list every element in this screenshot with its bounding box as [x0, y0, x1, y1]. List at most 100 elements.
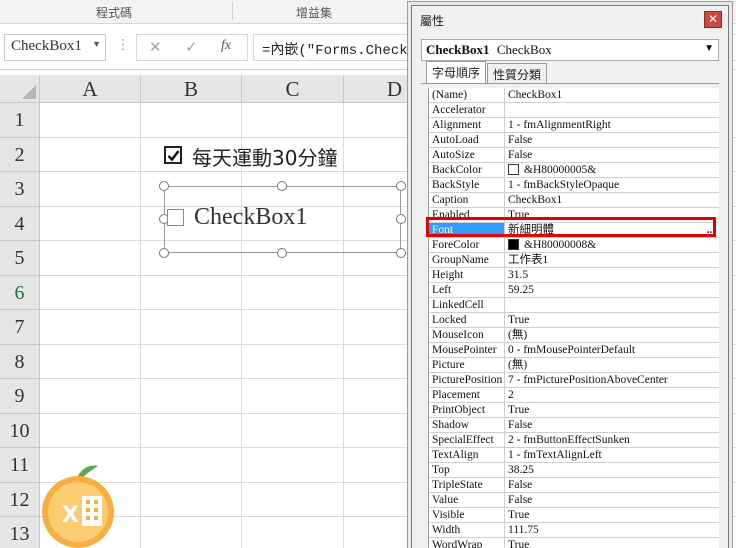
- property-value-cell[interactable]: [506, 298, 719, 312]
- resize-handle[interactable]: [396, 181, 406, 191]
- property-row[interactable]: PrintObject True: [429, 403, 719, 418]
- property-value-cell[interactable]: 31.5: [506, 268, 719, 282]
- property-row[interactable]: Shadow False: [429, 418, 719, 433]
- property-value-cell[interactable]: 38.25: [506, 463, 719, 477]
- property-value-cell[interactable]: True: [506, 538, 719, 548]
- resize-handle[interactable]: [396, 214, 406, 224]
- property-row[interactable]: AutoSize False: [429, 148, 719, 163]
- column-header-c[interactable]: C: [242, 75, 344, 103]
- property-value-cell[interactable]: False: [506, 478, 719, 492]
- property-value-cell[interactable]: 工作表1: [506, 253, 719, 267]
- property-value-cell[interactable]: False: [506, 133, 719, 147]
- row-header-10[interactable]: 10: [0, 413, 40, 448]
- row-header-7[interactable]: 7: [0, 310, 40, 345]
- property-name[interactable]: Alignment: [429, 118, 505, 132]
- properties-grid[interactable]: (Name) CheckBox1 Accelerator Alignment 1 - f…: [428, 88, 719, 548]
- row-header-9[interactable]: 9: [0, 379, 40, 414]
- property-name[interactable]: Picture: [429, 358, 505, 372]
- property-row[interactable]: ForeColor &H80000008&: [429, 238, 719, 253]
- property-row[interactable]: MousePointer 0 - fmMousePointerDefault: [429, 343, 719, 358]
- property-value-cell[interactable]: 新細明體...: [506, 223, 719, 237]
- property-name[interactable]: Caption: [429, 193, 505, 207]
- property-row[interactable]: Left 59.25: [429, 283, 719, 298]
- property-row[interactable]: Visible True: [429, 508, 719, 523]
- property-value-cell[interactable]: True: [506, 208, 719, 222]
- property-name[interactable]: Locked: [429, 313, 505, 327]
- property-value-cell[interactable]: 2: [506, 388, 719, 402]
- property-row[interactable]: GroupName 工作表1: [429, 253, 719, 268]
- property-value-cell[interactable]: 1 - fmTextAlignLeft: [506, 448, 719, 462]
- column-header-b[interactable]: B: [141, 75, 242, 103]
- chevron-down-icon[interactable]: ▼: [92, 39, 101, 49]
- tab-alphabetic[interactable]: 字母順序: [426, 61, 487, 84]
- property-row[interactable]: Width 111.75: [429, 523, 719, 538]
- row-header-3[interactable]: 3: [0, 172, 40, 207]
- property-value-cell[interactable]: 2 - fmButtonEffectSunken: [506, 433, 719, 447]
- property-name[interactable]: Visible: [429, 508, 505, 522]
- property-row[interactable]: Locked True: [429, 313, 719, 328]
- row-header-12[interactable]: 12: [0, 482, 40, 517]
- property-value-cell[interactable]: &H80000005&: [506, 163, 719, 177]
- property-row[interactable]: Caption CheckBox1: [429, 193, 719, 208]
- property-value-cell[interactable]: True: [506, 403, 719, 417]
- property-row[interactable]: WordWrap True: [429, 538, 719, 548]
- unchecked-checkbox-icon[interactable]: [167, 209, 184, 226]
- property-name[interactable]: WordWrap: [429, 538, 505, 548]
- property-value-cell[interactable]: CheckBox1: [506, 88, 719, 102]
- property-row[interactable]: Accelerator: [429, 103, 719, 118]
- drag-handle-icon[interactable]: ⋮: [116, 38, 130, 52]
- property-value-cell[interactable]: False: [506, 493, 719, 507]
- property-row[interactable]: Font 新細明體...: [429, 223, 719, 238]
- property-name[interactable]: Font: [429, 223, 505, 237]
- resize-handle[interactable]: [396, 248, 406, 258]
- close-icon[interactable]: ✕: [704, 11, 722, 28]
- property-name[interactable]: Value: [429, 493, 505, 507]
- property-value-cell[interactable]: (無): [506, 358, 719, 372]
- property-value-cell[interactable]: &H80000008&: [506, 238, 719, 252]
- row-header-4[interactable]: 4: [0, 206, 40, 241]
- property-name[interactable]: Placement: [429, 388, 505, 402]
- property-value-cell[interactable]: True: [506, 508, 719, 522]
- insert-function-icon[interactable]: fx: [221, 38, 231, 54]
- property-row[interactable]: Placement 2: [429, 388, 719, 403]
- resize-handle[interactable]: [159, 248, 169, 258]
- property-row[interactable]: Top 38.25: [429, 463, 719, 478]
- enter-icon[interactable]: ✓: [185, 38, 198, 56]
- property-row[interactable]: PicturePosition 7 - fmPicturePositionAbov…: [429, 373, 719, 388]
- property-name[interactable]: PrintObject: [429, 403, 505, 417]
- resize-handle[interactable]: [277, 248, 287, 258]
- property-value-cell[interactable]: 111.75: [506, 523, 719, 537]
- row-header-11[interactable]: 11: [0, 448, 40, 483]
- property-row[interactable]: Value False: [429, 493, 719, 508]
- property-value-cell[interactable]: 7 - fmPicturePositionAboveCenter: [506, 373, 719, 387]
- property-value-cell[interactable]: 59.25: [506, 283, 719, 297]
- property-row[interactable]: Enabled True: [429, 208, 719, 223]
- property-name[interactable]: AutoSize: [429, 148, 505, 162]
- property-name[interactable]: ForeColor: [429, 238, 505, 252]
- property-value-cell[interactable]: [506, 103, 719, 117]
- property-name[interactable]: Left: [429, 283, 505, 297]
- property-name[interactable]: Width: [429, 523, 505, 537]
- property-value-cell[interactable]: 0 - fmMousePointerDefault: [506, 343, 719, 357]
- row-header-13[interactable]: 13: [0, 517, 40, 548]
- property-name[interactable]: GroupName: [429, 253, 505, 267]
- property-name[interactable]: (Name): [429, 88, 505, 102]
- property-name[interactable]: MouseIcon: [429, 328, 505, 342]
- property-name[interactable]: AutoLoad: [429, 133, 505, 147]
- property-row[interactable]: Picture (無): [429, 358, 719, 373]
- property-name[interactable]: Height: [429, 268, 505, 282]
- property-value-cell[interactable]: 1 - fmBackStyleOpaque: [506, 178, 719, 192]
- property-name[interactable]: TripleState: [429, 478, 505, 492]
- property-row[interactable]: Alignment 1 - fmAlignmentRight: [429, 118, 719, 133]
- select-all-button[interactable]: [0, 75, 40, 103]
- property-row[interactable]: LinkedCell: [429, 298, 719, 313]
- row-header-1[interactable]: 1: [0, 103, 40, 138]
- property-row[interactable]: BackStyle 1 - fmBackStyleOpaque: [429, 178, 719, 193]
- property-name[interactable]: SpecialEffect: [429, 433, 505, 447]
- name-box[interactable]: CheckBox1 ▼: [4, 34, 106, 61]
- property-row[interactable]: (Name) CheckBox1: [429, 88, 719, 103]
- properties-title-bar[interactable]: 屬性 ✕: [412, 6, 728, 32]
- property-name[interactable]: Accelerator: [429, 103, 505, 117]
- property-row[interactable]: TextAlign 1 - fmTextAlignLeft: [429, 448, 719, 463]
- property-name[interactable]: Enabled: [429, 208, 505, 222]
